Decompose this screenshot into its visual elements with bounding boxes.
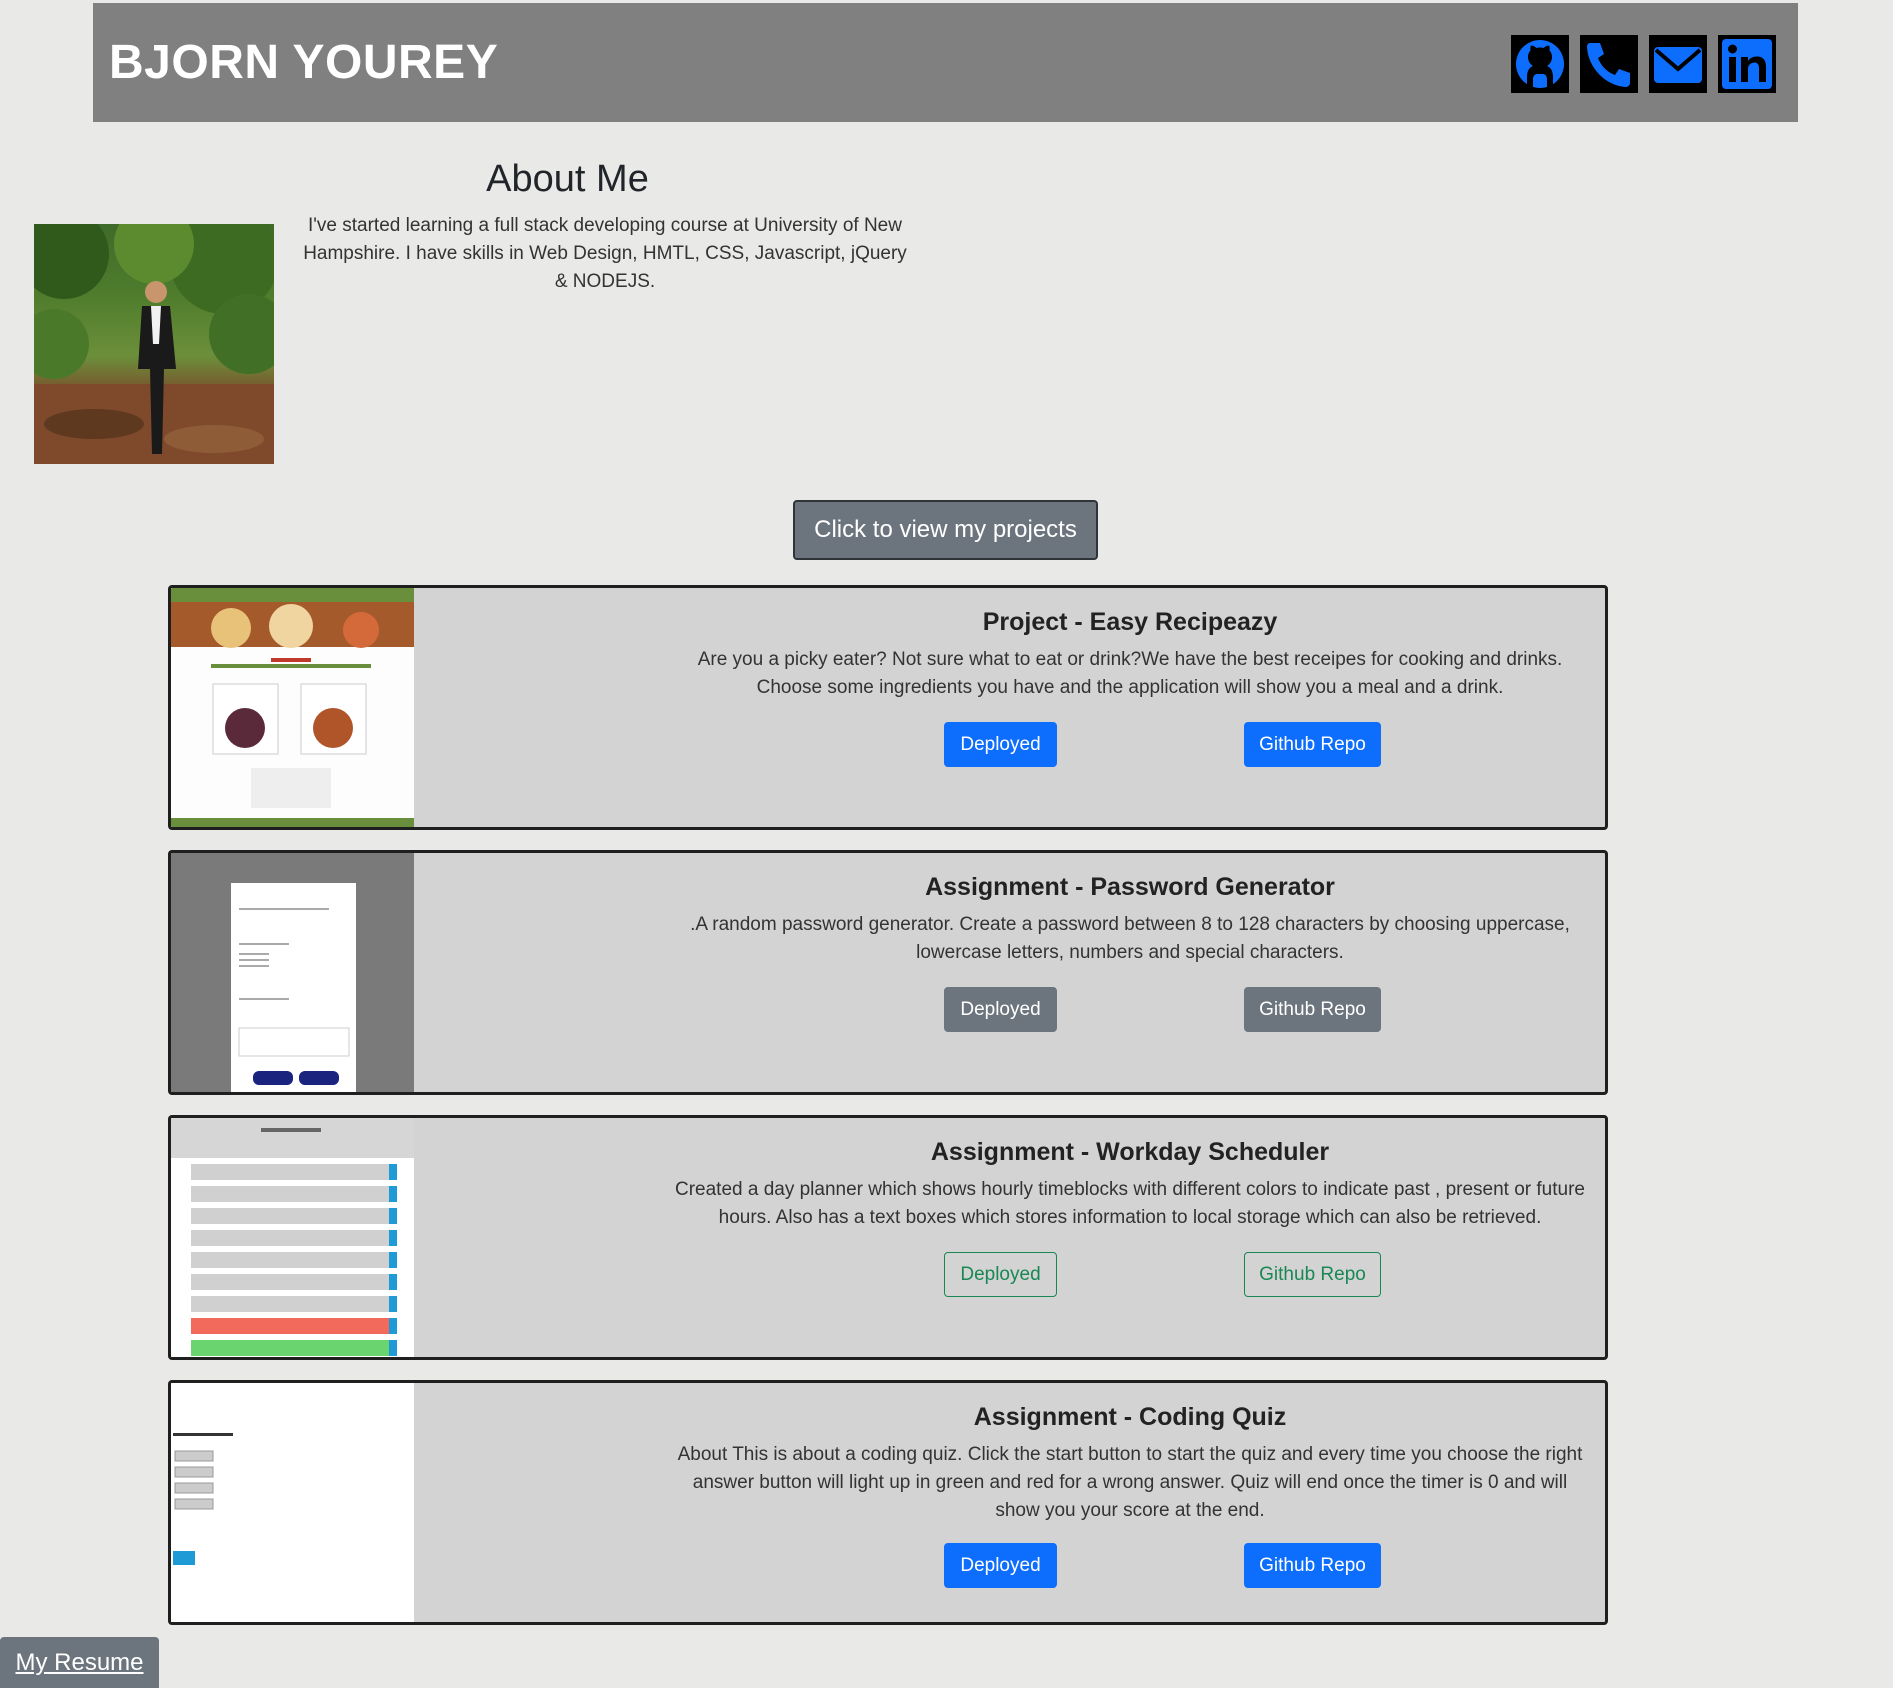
- project-card: Assignment - Workday Scheduler Created a…: [168, 1115, 1608, 1360]
- deployed-button[interactable]: Deployed: [944, 987, 1057, 1032]
- project-body: Assignment - Password Generator .A rando…: [414, 853, 1605, 1092]
- project-thumbnail: [171, 1383, 414, 1622]
- email-icon[interactable]: [1649, 34, 1707, 93]
- github-repo-button[interactable]: Github Repo: [1244, 722, 1381, 767]
- project-body: Assignment - Workday Scheduler Created a…: [414, 1118, 1605, 1357]
- project-description: About This is about a coding quiz. Click…: [677, 1444, 1583, 1521]
- site-header: BJORN YOUREY: [93, 3, 1798, 122]
- brand-name: BJORN YOUREY: [109, 36, 499, 89]
- view-projects-button[interactable]: Click to view my projects: [793, 500, 1098, 560]
- deployed-button[interactable]: Deployed: [944, 722, 1057, 767]
- profile-photo: [34, 224, 274, 464]
- linkedin-icon[interactable]: [1718, 34, 1776, 93]
- github-repo-button[interactable]: Github Repo: [1244, 987, 1381, 1032]
- resume-link[interactable]: My Resume: [0, 1637, 159, 1688]
- github-icon[interactable]: [1511, 34, 1569, 93]
- deployed-button[interactable]: Deployed: [944, 1252, 1057, 1297]
- deployed-button[interactable]: Deployed: [944, 1543, 1057, 1588]
- github-repo-button[interactable]: Github Repo: [1244, 1252, 1381, 1297]
- project-card: Assignment - Password Generator .A rando…: [168, 850, 1608, 1095]
- project-title: Assignment - Workday Scheduler: [930, 1138, 1330, 1166]
- about-text: I've started learning a full stack devel…: [303, 215, 907, 292]
- project-card: Assignment - Coding Quiz About This is a…: [168, 1380, 1608, 1625]
- github-repo-button[interactable]: Github Repo: [1244, 1543, 1381, 1588]
- project-body: Assignment - Coding Quiz About This is a…: [414, 1383, 1605, 1622]
- project-thumbnail: [171, 853, 414, 1092]
- project-body: Project - Easy Recipeazy Are you a picky…: [414, 588, 1605, 827]
- project-card: Project - Easy Recipeazy Are you a picky…: [168, 585, 1608, 830]
- project-thumbnail: [171, 1118, 414, 1357]
- social-links: [1511, 34, 1776, 93]
- about-title: About Me: [486, 158, 649, 200]
- project-description: .A random password generator. Create a p…: [690, 914, 1570, 963]
- project-title: Assignment - Password Generator: [925, 873, 1335, 901]
- project-description: Are you a picky eater? Not sure what to …: [697, 649, 1563, 698]
- phone-icon[interactable]: [1580, 34, 1638, 93]
- project-description: Created a day planner which shows hourly…: [674, 1179, 1585, 1228]
- project-thumbnail: [171, 588, 414, 827]
- project-title: Assignment - Coding Quiz: [973, 1403, 1287, 1431]
- project-title: Project - Easy Recipeazy: [982, 608, 1278, 636]
